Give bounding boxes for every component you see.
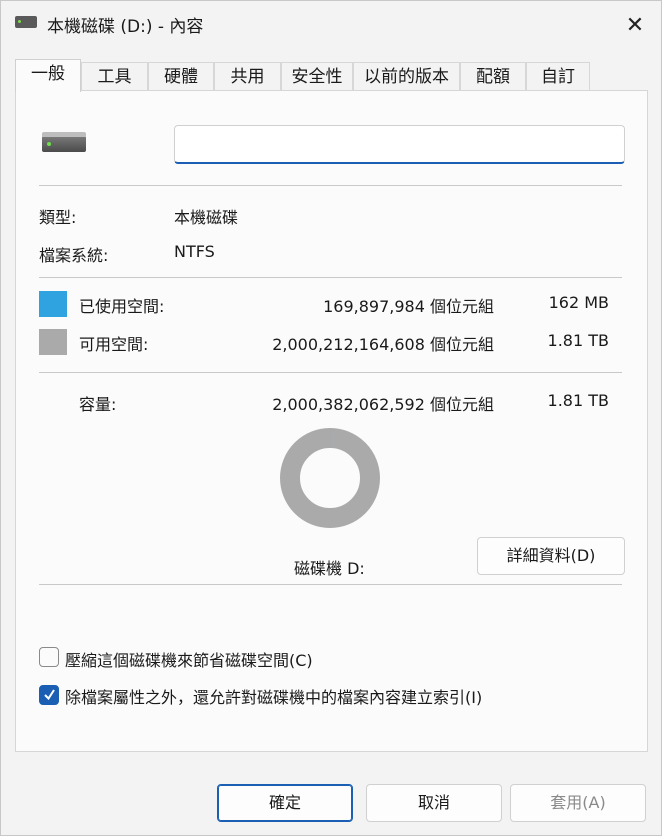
properties-window: 本機磁碟 (D:) - 內容 ✕ 一般 工具 硬體 共用 安全性 以前的版本 配… [0, 0, 662, 836]
separator [39, 185, 622, 186]
tab-customize[interactable]: 自訂 [526, 62, 590, 91]
separator [39, 584, 622, 585]
compress-checkbox[interactable] [39, 647, 59, 667]
index-checkbox[interactable] [39, 685, 59, 705]
filesystem-value: NTFS [174, 242, 215, 261]
used-space-bytes: 169,897,984 個位元組 [323, 297, 494, 316]
tab-sharing[interactable]: 共用 [214, 62, 281, 91]
used-space-label: 已使用空間: [79, 297, 165, 316]
free-space-bytes: 2,000,212,164,608 個位元組 [272, 335, 494, 354]
free-space-size: 1.81 TB [547, 331, 609, 350]
close-button[interactable]: ✕ [615, 7, 655, 43]
checkmark-icon [44, 689, 55, 701]
apply-button[interactable]: 套用(A) [510, 784, 646, 822]
tab-previous-versions[interactable]: 以前的版本 [353, 62, 460, 91]
free-space-label: 可用空間: [79, 335, 149, 354]
filesystem-label: 檔案系統: [39, 246, 109, 265]
drive-name-input[interactable] [174, 125, 625, 164]
type-label: 類型: [39, 208, 77, 227]
tab-security[interactable]: 安全性 [281, 62, 353, 91]
drive-icon [15, 16, 37, 28]
tab-tools[interactable]: 工具 [81, 62, 148, 91]
capacity-size: 1.81 TB [547, 391, 609, 410]
used-space-size: 162 MB [548, 293, 609, 312]
title-bar: 本機磁碟 (D:) - 內容 ✕ [1, 1, 661, 49]
close-icon: ✕ [625, 12, 645, 38]
usage-donut-chart [280, 428, 380, 528]
details-button[interactable]: 詳細資料(D) [477, 537, 625, 575]
used-space-swatch [39, 291, 67, 317]
free-space-ring [280, 428, 380, 528]
separator [39, 277, 622, 278]
drive-letter-label: 磁碟機 D: [294, 559, 365, 578]
tab-quota[interactable]: 配額 [460, 62, 526, 91]
separator [39, 372, 622, 373]
capacity-bytes: 2,000,382,062,592 個位元組 [272, 395, 494, 414]
type-value: 本機磁碟 [174, 208, 239, 227]
drive-icon [42, 132, 86, 152]
tab-general[interactable]: 一般 [15, 59, 81, 92]
cancel-button[interactable]: 取消 [366, 784, 502, 822]
ok-button[interactable]: 確定 [217, 784, 353, 822]
index-label[interactable]: 除檔案屬性之外，還允許對磁碟機中的檔案內容建立索引(I) [65, 684, 482, 708]
compress-label[interactable]: 壓縮這個磁碟機來節省磁碟空間(C) [65, 647, 313, 671]
window-title: 本機磁碟 (D:) - 內容 [47, 17, 204, 37]
tab-bar: 一般 工具 硬體 共用 安全性 以前的版本 配額 自訂 [15, 59, 615, 92]
tab-hardware[interactable]: 硬體 [148, 62, 214, 91]
capacity-label: 容量: [79, 395, 117, 414]
free-space-swatch [39, 329, 67, 355]
